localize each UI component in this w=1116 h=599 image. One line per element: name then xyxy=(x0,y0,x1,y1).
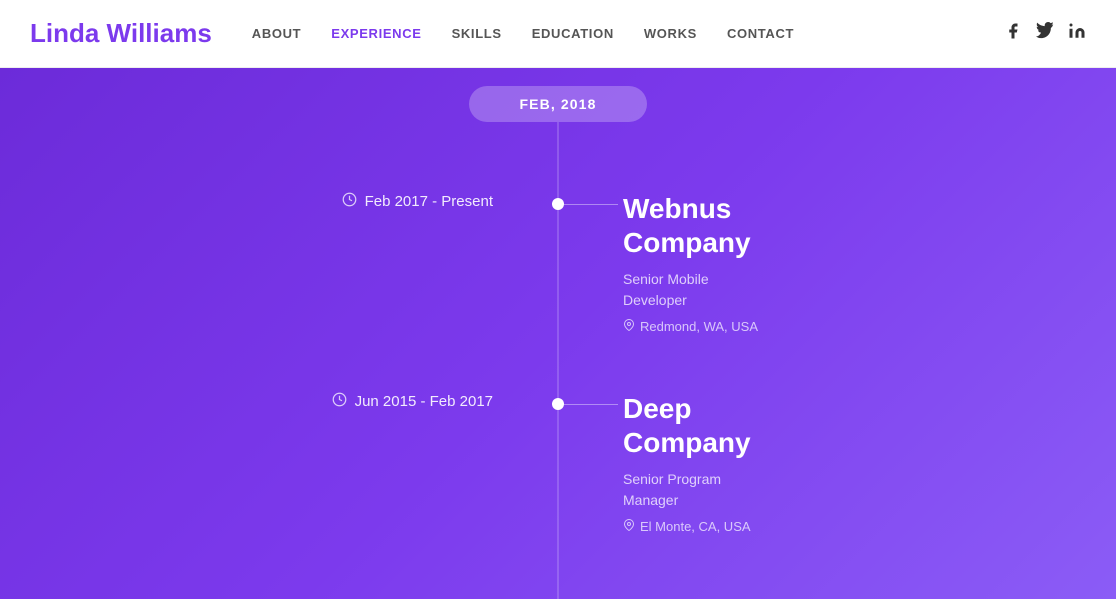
header: Linda Williams ABOUT EXPERIENCE SKILLS E… xyxy=(0,0,1116,68)
pin-icon-2 xyxy=(623,519,635,534)
entry-2-dot xyxy=(552,398,564,410)
nav-about[interactable]: ABOUT xyxy=(252,26,301,41)
entry-1-connector xyxy=(558,204,618,205)
entry-2-left: Jun 2015 - Feb 2017 xyxy=(0,392,523,410)
nav-works[interactable]: WORKS xyxy=(644,26,697,41)
entry-1-date: Feb 2017 - Present xyxy=(365,193,493,210)
entry-1-location: Redmond, WA, USA xyxy=(623,319,1116,334)
social-icons xyxy=(1004,22,1086,45)
facebook-icon[interactable] xyxy=(1004,22,1022,45)
nav-experience[interactable]: EXPERIENCE xyxy=(331,26,421,41)
timeline-entry-2: Jun 2015 - Feb 2017 Deep Company Senior … xyxy=(0,392,1116,534)
main-content: FEB, 2018 Feb 2017 - Present Webnus Comp… xyxy=(0,68,1116,599)
nav-education[interactable]: EDUCATION xyxy=(532,26,614,41)
clock-icon-1 xyxy=(342,192,357,210)
linkedin-icon[interactable] xyxy=(1068,22,1086,45)
clock-icon-2 xyxy=(332,392,347,410)
entry-2-job-title: Senior Program Manager xyxy=(623,469,1116,511)
nav-contact[interactable]: CONTACT xyxy=(727,26,794,41)
main-nav: ABOUT EXPERIENCE SKILLS EDUCATION WORKS … xyxy=(252,26,1004,41)
entry-1-company: Webnus Company xyxy=(623,192,1116,259)
entry-2-location: El Monte, CA, USA xyxy=(623,519,1116,534)
site-logo[interactable]: Linda Williams xyxy=(30,18,212,49)
entry-2-connector xyxy=(558,404,618,405)
entry-1-dot xyxy=(552,198,564,210)
entry-1-job-title: Senior Mobile Developer xyxy=(623,269,1116,311)
timeline: Feb 2017 - Present Webnus Company Senior… xyxy=(0,122,1116,599)
entry-2-right: Deep Company Senior Program Manager El M… xyxy=(523,392,1116,534)
twitter-icon[interactable] xyxy=(1036,22,1054,45)
nav-skills[interactable]: SKILLS xyxy=(452,26,502,41)
entry-2-company: Deep Company xyxy=(623,392,1116,459)
timeline-entry-1: Feb 2017 - Present Webnus Company Senior… xyxy=(0,192,1116,334)
date-badge: FEB, 2018 xyxy=(469,86,646,122)
entry-2-date: Jun 2015 - Feb 2017 xyxy=(355,393,493,410)
entry-1-right: Webnus Company Senior Mobile Developer R… xyxy=(523,192,1116,334)
pin-icon-1 xyxy=(623,319,635,334)
entry-1-left: Feb 2017 - Present xyxy=(0,192,523,210)
